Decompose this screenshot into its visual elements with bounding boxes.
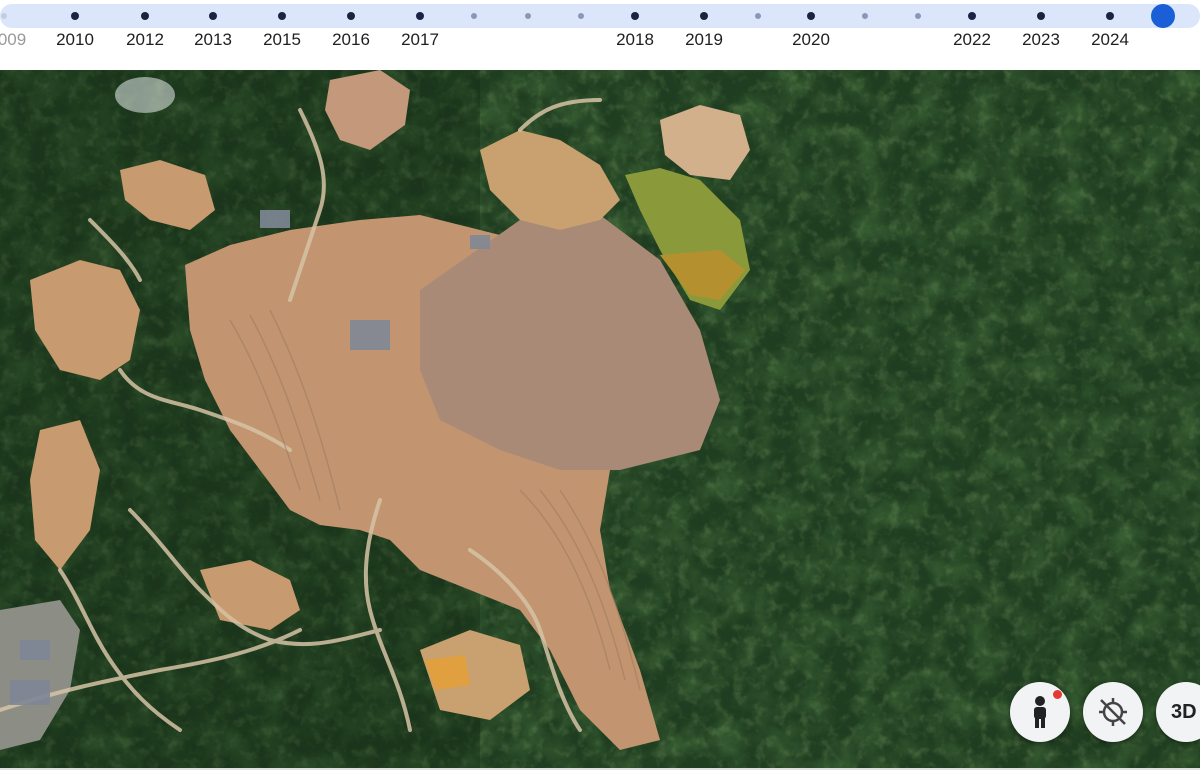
timeline-tick-2015[interactable] <box>278 12 286 20</box>
year-label[interactable]: 2019 <box>685 30 723 50</box>
timeline-tick-2010[interactable] <box>71 12 79 20</box>
timeline-tick-2013[interactable] <box>209 12 217 20</box>
timeline-tick-2016[interactable] <box>347 12 355 20</box>
year-label[interactable]: 2015 <box>263 30 301 50</box>
year-label[interactable]: 2016 <box>332 30 370 50</box>
year-label[interactable]: 2017 <box>401 30 439 50</box>
cloud-patch <box>115 77 175 113</box>
satellite-map[interactable] <box>0 70 1200 768</box>
satellite-imagery <box>0 70 1200 768</box>
timeline-tick-2022[interactable] <box>968 12 976 20</box>
year-label[interactable]: 2010 <box>56 30 94 50</box>
timeline-tick-minor[interactable] <box>471 13 477 19</box>
timeline-tick-2020[interactable] <box>807 12 815 20</box>
year-label[interactable]: 2018 <box>616 30 654 50</box>
year-label[interactable]: 2024 <box>1091 30 1129 50</box>
pegman-icon <box>1034 696 1046 728</box>
timeline-tick-minor[interactable] <box>525 13 531 19</box>
year-label[interactable]: 009 <box>0 30 26 50</box>
timeline-tick-2012[interactable] <box>141 12 149 20</box>
tilt-3d-label: 3D <box>1171 700 1197 723</box>
imagery-timeline[interactable]: 009 2010 2012 2013 2015 2016 2017 2018 2… <box>0 0 1200 70</box>
timeline-tick-2018[interactable] <box>631 12 639 20</box>
timeline-track[interactable] <box>0 4 1200 28</box>
year-label[interactable]: 2022 <box>953 30 991 50</box>
timeline-tick[interactable] <box>1 13 7 19</box>
location-disabled-icon <box>1099 698 1127 726</box>
notification-dot <box>1053 690 1062 699</box>
timeline-tick-2024[interactable] <box>1106 12 1114 20</box>
timeline-tick-minor[interactable] <box>578 13 584 19</box>
timeline-tick-2017[interactable] <box>416 12 424 20</box>
compass-button[interactable] <box>1083 682 1143 742</box>
timeline-tick-minor[interactable] <box>862 13 868 19</box>
timeline-current-marker[interactable] <box>1151 4 1175 28</box>
timeline-tick-2019[interactable] <box>700 12 708 20</box>
year-label[interactable]: 2023 <box>1022 30 1060 50</box>
timeline-tick-minor[interactable] <box>755 13 761 19</box>
timeline-tick-minor[interactable] <box>915 13 921 19</box>
year-label[interactable]: 2020 <box>792 30 830 50</box>
year-label[interactable]: 2013 <box>194 30 232 50</box>
year-label[interactable]: 2012 <box>126 30 164 50</box>
street-view-button[interactable] <box>1010 682 1070 742</box>
timeline-tick-2023[interactable] <box>1037 12 1045 20</box>
